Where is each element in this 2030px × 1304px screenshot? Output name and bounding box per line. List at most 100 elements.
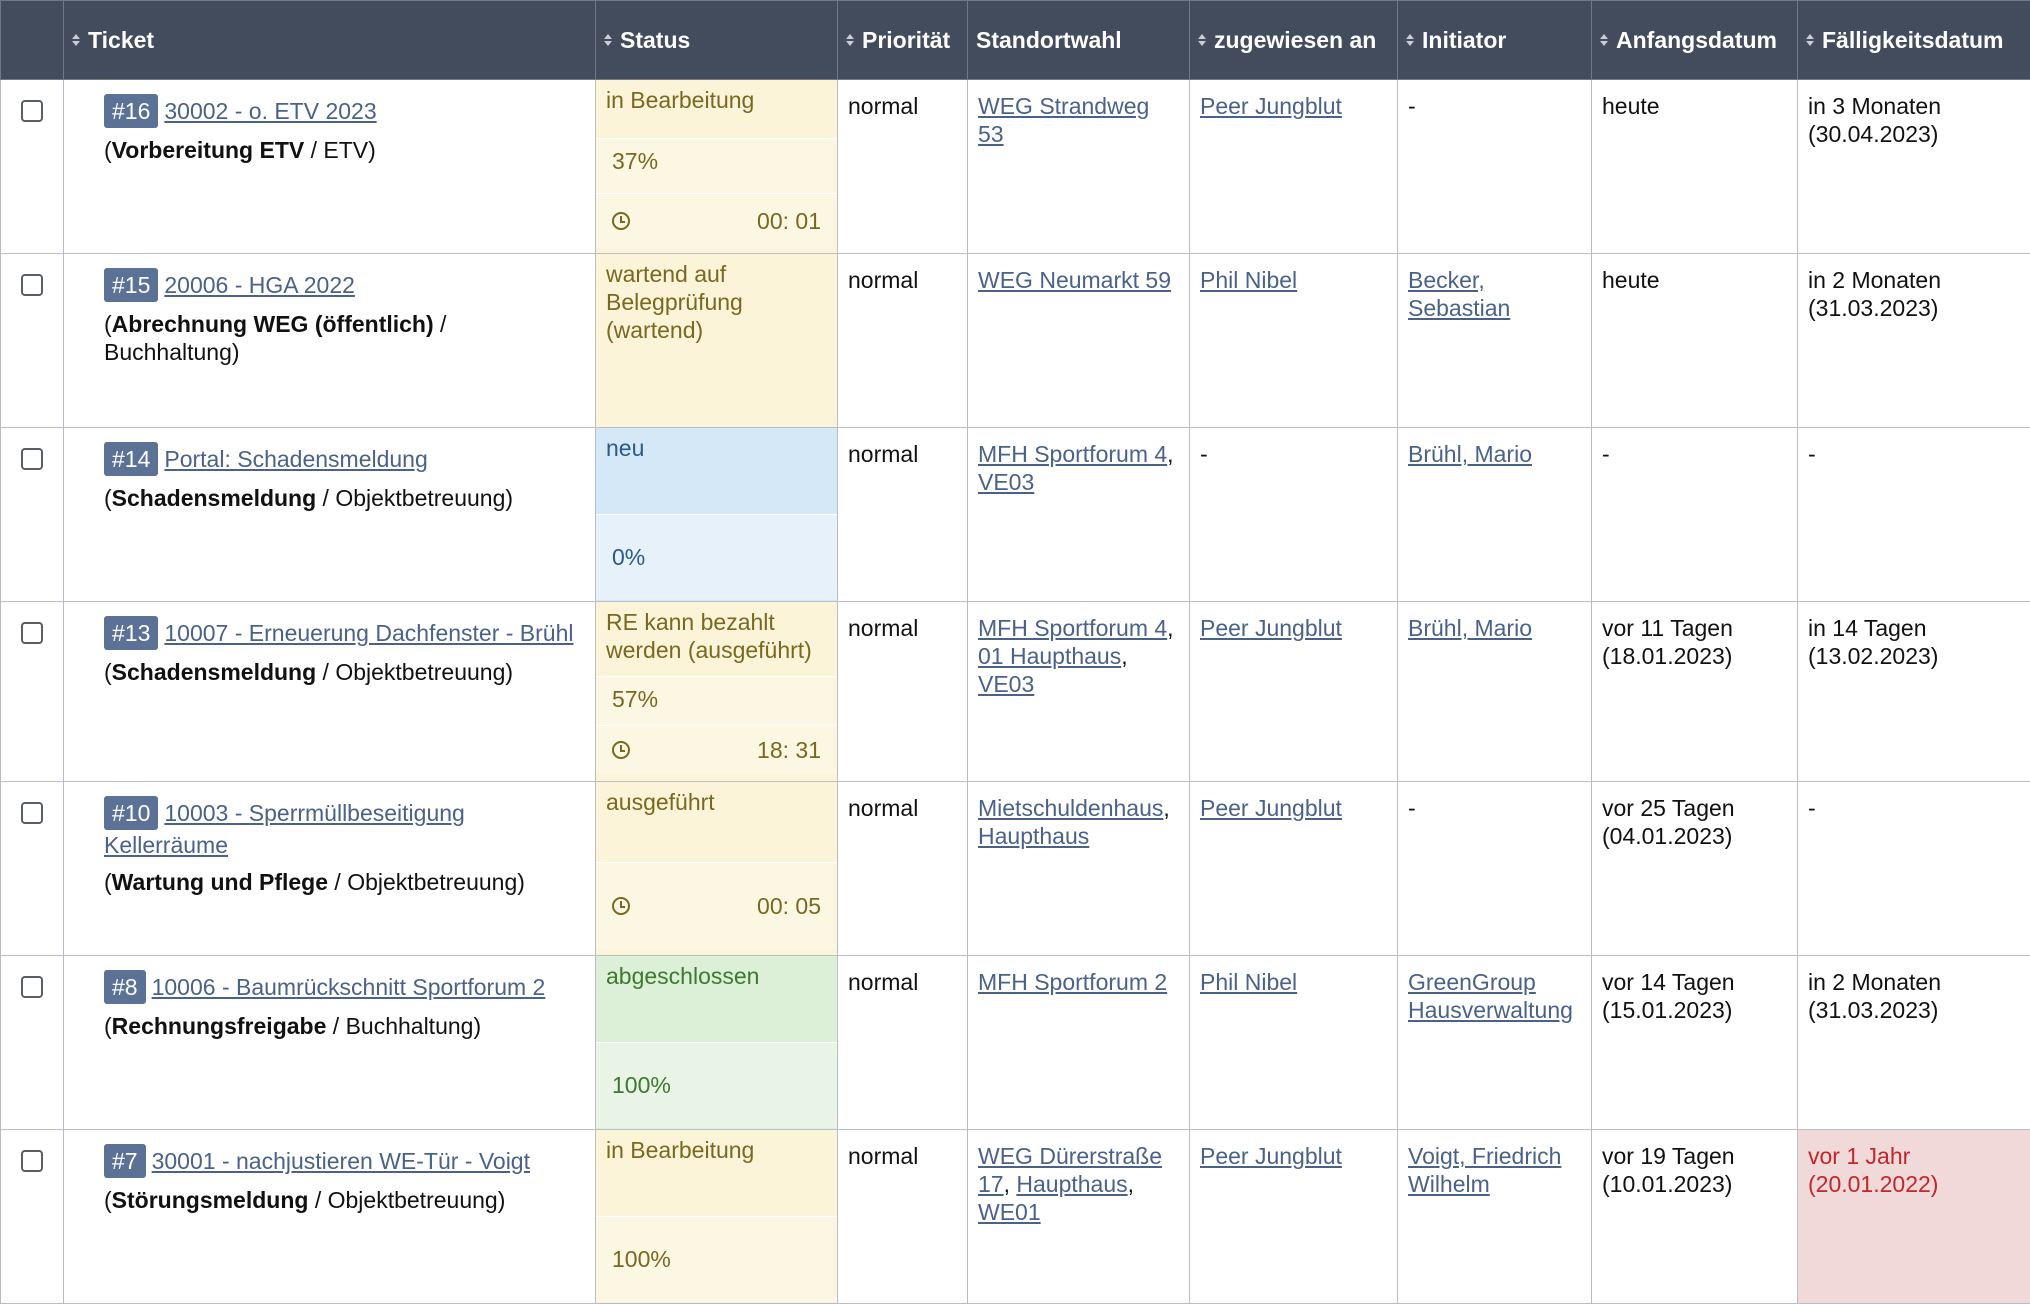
location-link[interactable]: WEG Neumarkt 59 <box>978 267 1171 293</box>
assigned-link[interactable]: Phil Nibel <box>1200 969 1297 995</box>
status-cell: ausgeführt 00: 05 <box>596 782 838 956</box>
assigned-link[interactable]: Phil Nibel <box>1200 267 1297 293</box>
start-date-cell: heute <box>1592 254 1798 428</box>
location-cell: WEG Strandweg 53 <box>968 80 1190 254</box>
row-checkbox[interactable] <box>21 448 43 470</box>
location-link[interactable]: VE03 <box>978 469 1034 495</box>
ticket-id-badge: #16 <box>104 94 158 128</box>
status-text: in Bearbeitung <box>596 80 837 138</box>
due-date-cell: in 3 Monaten (30.04.2023) <box>1798 80 2030 254</box>
location-link[interactable]: MFH Sportforum 2 <box>978 969 1167 995</box>
sort-icon <box>72 34 84 46</box>
initiator-link[interactable]: Brühl, Mario <box>1408 615 1532 641</box>
start-date-cell: heute <box>1592 80 1798 254</box>
ticket-title-link[interactable]: 10006 - Baumrückschnitt Sportforum 2 <box>152 974 546 1000</box>
priority-cell: normal <box>838 80 968 254</box>
due-date-cell: in 2 Monaten (31.03.2023) <box>1798 956 2030 1130</box>
location-link[interactable]: WE01 <box>978 1199 1041 1225</box>
row-checkbox[interactable] <box>21 976 43 998</box>
row-select-cell <box>1 1130 64 1304</box>
status-cell: RE kann bezahlt werden (ausgeführt) 57% … <box>596 602 838 782</box>
row-checkbox[interactable] <box>21 1150 43 1172</box>
progress-value: 100% <box>596 1042 837 1128</box>
header-priority[interactable]: Priorität <box>838 1 968 80</box>
table-row: #1630002 - o. ETV 2023 (Vorbereitung ETV… <box>1 80 2030 254</box>
due-date-cell: vor 1 Jahr (20.01.2022) <box>1798 1130 2030 1304</box>
status-text: wartend auf Belegprüfung (wartend) <box>596 254 837 350</box>
initiator-cell: Brühl, Mario <box>1398 602 1592 782</box>
table-row: #1310007 - Erneuerung Dachfenster - Brüh… <box>1 602 2030 782</box>
initiator-cell: Becker, Sebastian <box>1398 254 1592 428</box>
ticket-category: Schadensmeldung <box>112 485 316 511</box>
assigned-link[interactable]: Peer Jungblut <box>1200 615 1342 641</box>
start-date-cell: vor 11 Tagen (18.01.2023) <box>1592 602 1798 782</box>
initiator-cell: Voigt, Friedrich Wilhelm <box>1398 1130 1592 1304</box>
location-link[interactable]: Haupthaus <box>1016 1171 1127 1197</box>
initiator-cell: GreenGroup Hausverwaltung <box>1398 956 1592 1130</box>
assigned-link[interactable]: Peer Jungblut <box>1200 795 1342 821</box>
header-due-date[interactable]: Fälligkeitsdatum <box>1798 1 2030 80</box>
ticket-title-link[interactable]: Portal: Schadensmeldung <box>164 446 427 472</box>
ticket-title-link[interactable]: 20006 - HGA 2022 <box>164 272 355 298</box>
ticket-table: Ticket Status Priorität Standortwahl zug… <box>0 0 2030 1304</box>
assigned-link[interactable]: Peer Jungblut <box>1200 93 1342 119</box>
header-start-date[interactable]: Anfangsdatum <box>1592 1 1798 80</box>
status-text: abgeschlossen <box>596 956 837 1042</box>
row-select-cell <box>1 428 64 602</box>
clock-icon <box>612 212 630 230</box>
location-link[interactable]: 01 Haupthaus <box>978 643 1121 669</box>
initiator-link[interactable]: Becker, Sebastian <box>1408 267 1510 321</box>
location-link[interactable]: VE03 <box>978 671 1034 697</box>
header-initiator[interactable]: Initiator <box>1398 1 1592 80</box>
ticket-title-link[interactable]: 30001 - nachjustieren WE-Tür - Voigt <box>152 1148 530 1174</box>
assigned-cell: Peer Jungblut <box>1190 782 1398 956</box>
ticket-title-link[interactable]: 10003 - Sperrmüllbeseitigung Kellerräume <box>104 800 465 858</box>
row-checkbox[interactable] <box>21 274 43 296</box>
status-text: RE kann bezahlt werden (ausgeführt) <box>596 602 837 676</box>
priority-cell: normal <box>838 782 968 956</box>
initiator-link[interactable]: Voigt, Friedrich Wilhelm <box>1408 1143 1561 1197</box>
table-row: #1010003 - Sperrmüllbeseitigung Kellerrä… <box>1 782 2030 956</box>
assigned-cell: Phil Nibel <box>1190 254 1398 428</box>
ticket-cell: #1630002 - o. ETV 2023 (Vorbereitung ETV… <box>64 80 596 254</box>
priority-cell: normal <box>838 602 968 782</box>
ticket-group: Objektbetreuung <box>335 659 505 685</box>
location-link[interactable]: WEG Strandweg 53 <box>978 93 1149 147</box>
progress-value: 37% <box>596 138 837 193</box>
assigned-cell: Phil Nibel <box>1190 956 1398 1130</box>
due-date-cell: in 2 Monaten (31.03.2023) <box>1798 254 2030 428</box>
ticket-title-link[interactable]: 10007 - Erneuerung Dachfenster - Brühl <box>164 620 573 646</box>
location-cell: Mietschuldenhaus, Haupthaus <box>968 782 1190 956</box>
ticket-title-link[interactable]: 30002 - o. ETV 2023 <box>164 98 376 124</box>
priority-cell: normal <box>838 956 968 1130</box>
row-select-cell <box>1 956 64 1130</box>
status-cell: in Bearbeitung 37% 00: 01 <box>596 80 838 254</box>
ticket-group: Objektbetreuung <box>347 869 517 895</box>
ticket-id-badge: #14 <box>104 442 158 476</box>
initiator-link[interactable]: GreenGroup Hausverwaltung <box>1408 969 1573 1023</box>
row-checkbox[interactable] <box>21 622 43 644</box>
header-ticket[interactable]: Ticket <box>64 1 596 80</box>
location-link[interactable]: Haupthaus <box>978 823 1089 849</box>
header-status[interactable]: Status <box>596 1 838 80</box>
location-cell: WEG Neumarkt 59 <box>968 254 1190 428</box>
location-link[interactable]: MFH Sportforum 4 <box>978 441 1167 467</box>
start-date-cell: vor 19 Tagen (10.01.2023) <box>1592 1130 1798 1304</box>
clock-icon <box>612 741 630 759</box>
time-tracker: 00: 05 <box>596 862 837 949</box>
ticket-group: Objektbetreuung <box>328 1187 498 1213</box>
location-cell: MFH Sportforum 4, VE03 <box>968 428 1190 602</box>
sort-icon <box>1198 34 1210 46</box>
location-link[interactable]: MFH Sportforum 4 <box>978 615 1167 641</box>
progress-value: 100% <box>596 1216 837 1302</box>
initiator-link[interactable]: Brühl, Mario <box>1408 441 1532 467</box>
table-row: #1520006 - HGA 2022 (Abrechnung WEG (öff… <box>1 254 2030 428</box>
ticket-group: Buchhaltung <box>104 339 232 365</box>
ticket-category: Störungsmeldung <box>112 1187 309 1213</box>
row-checkbox[interactable] <box>21 802 43 824</box>
assigned-link[interactable]: Peer Jungblut <box>1200 1143 1342 1169</box>
header-assigned[interactable]: zugewiesen an <box>1190 1 1398 80</box>
row-checkbox[interactable] <box>21 100 43 122</box>
status-text: neu <box>596 428 837 514</box>
location-link[interactable]: Mietschuldenhaus <box>978 795 1163 821</box>
